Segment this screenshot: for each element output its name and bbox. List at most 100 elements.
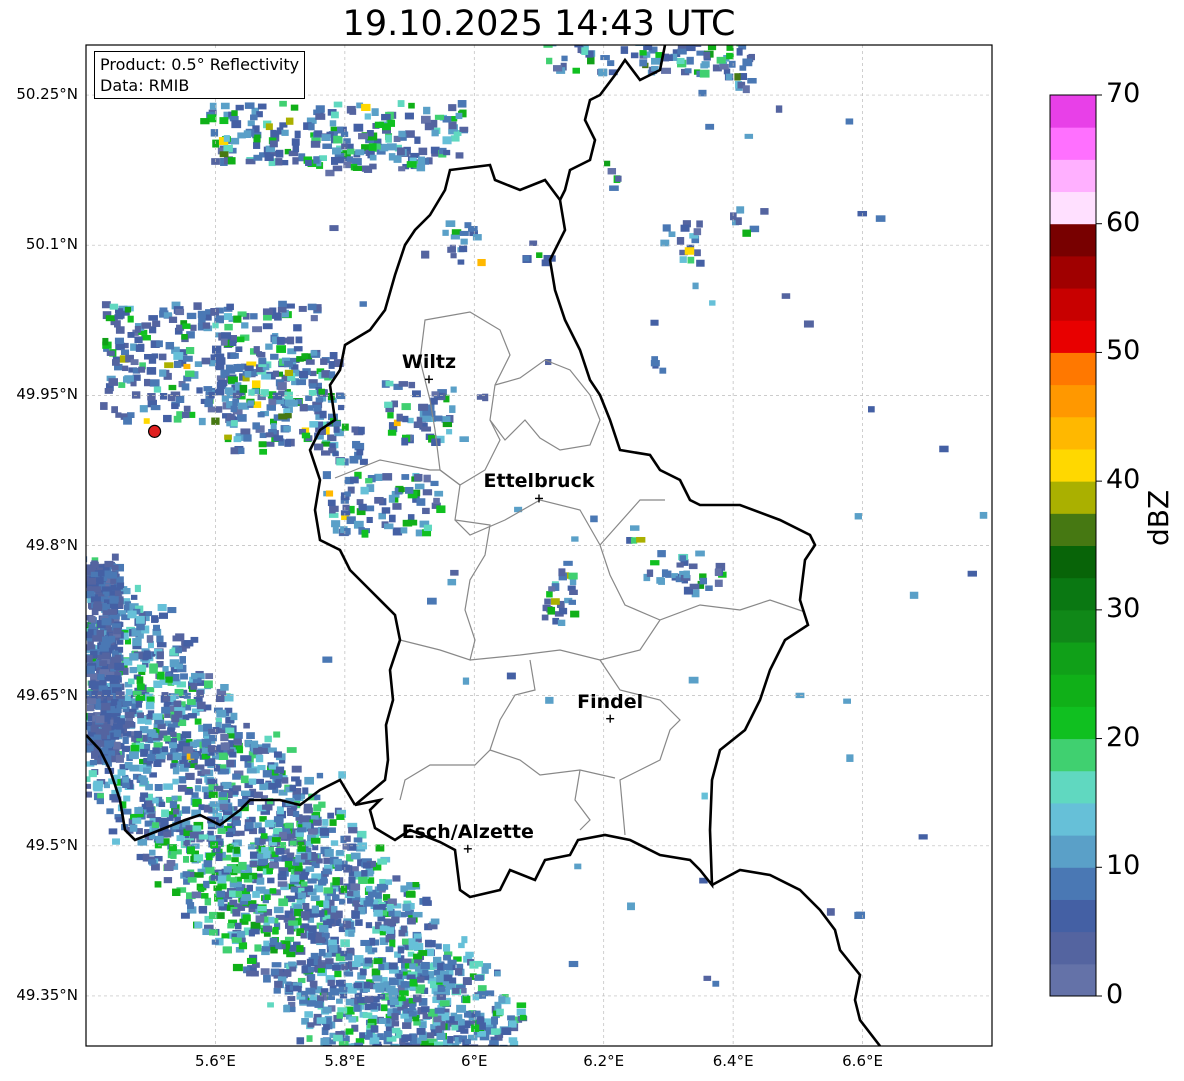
echo-cell	[979, 511, 988, 519]
echo-cell	[158, 612, 168, 619]
echo-cell	[327, 812, 335, 819]
echo-cell	[216, 709, 227, 718]
echo-cell	[454, 968, 463, 976]
echo-cell	[398, 381, 409, 387]
echo-cell	[262, 770, 273, 778]
echo-cell	[369, 163, 377, 170]
echo-cell	[115, 326, 125, 334]
echo-cell	[183, 746, 193, 754]
echo-cell	[111, 406, 118, 414]
echo-cell	[355, 149, 365, 156]
echo-cell	[183, 363, 191, 370]
echo-cell	[422, 507, 430, 515]
echo-cell	[148, 315, 158, 321]
echo-cell	[283, 1004, 290, 1013]
echo-cell	[392, 875, 401, 882]
echo-cell	[99, 660, 108, 667]
echo-cell	[392, 503, 402, 510]
city-label: Findel	[577, 690, 644, 713]
echo-cell	[482, 393, 489, 402]
echo-cell	[86, 745, 94, 752]
echo-cell	[73, 782, 79, 789]
echo-cell	[224, 323, 233, 331]
echo-cell	[231, 857, 239, 863]
colorbar-segment	[1050, 127, 1096, 160]
echo-cell	[64, 649, 70, 655]
echo-cell	[155, 835, 164, 844]
echo-cell	[114, 654, 122, 663]
echo-cell	[170, 851, 177, 859]
echo-cell	[854, 911, 863, 919]
echo-cell	[210, 874, 218, 881]
echo-cell	[319, 410, 327, 419]
echo-cell	[235, 346, 243, 353]
echo-cell	[163, 414, 172, 423]
echo-cell	[369, 937, 376, 946]
echo-cell	[230, 712, 238, 721]
echo-cell	[656, 577, 664, 584]
echo-cell	[90, 673, 98, 680]
echo-cell	[275, 158, 283, 166]
echo-cell	[445, 220, 456, 227]
echo-cell	[71, 676, 78, 682]
echo-cell	[749, 225, 760, 233]
echo-cell	[316, 1017, 327, 1024]
echo-cell	[259, 448, 268, 455]
echo-cell	[269, 862, 279, 869]
echo-cell	[161, 746, 169, 753]
echo-cell	[449, 405, 456, 413]
echo-cell	[331, 520, 341, 528]
echo-cell	[264, 153, 274, 162]
echo-cell	[233, 846, 240, 854]
echo-cell	[385, 946, 394, 953]
echo-cell	[397, 100, 405, 107]
echo-cell	[93, 734, 102, 740]
echo-cell	[327, 499, 336, 507]
echo-cell	[89, 759, 98, 766]
echo-cell	[374, 892, 382, 899]
echo-cell	[431, 391, 439, 397]
echo-cell	[650, 319, 659, 326]
echo-cell	[106, 350, 115, 356]
echo-cell	[275, 149, 284, 158]
echo-cell	[182, 355, 193, 362]
echo-cell	[550, 598, 560, 605]
echo-cell	[87, 698, 97, 705]
echo-cell	[301, 853, 308, 860]
echo-cell	[169, 800, 178, 809]
echo-cell	[269, 140, 278, 148]
echo-cell	[236, 746, 244, 754]
echo-cell	[156, 635, 164, 643]
echo-cell	[93, 780, 104, 788]
echo-cell	[281, 777, 289, 784]
echo-cell	[553, 65, 563, 72]
echo-cell	[86, 665, 95, 674]
echo-cell	[781, 293, 791, 299]
echo-cell	[196, 387, 203, 394]
echo-cell	[402, 519, 413, 527]
echo-cell	[311, 905, 319, 914]
echo-cell	[259, 432, 267, 439]
echo-cell	[462, 995, 471, 1004]
echo-cell	[235, 830, 245, 836]
echo-cell	[161, 809, 169, 818]
lon-tick-label: 5.8°E	[324, 1052, 366, 1070]
echo-cell	[413, 933, 422, 939]
echo-cell	[291, 887, 299, 893]
echo-cell	[301, 881, 308, 887]
echo-cell	[232, 773, 241, 780]
echo-cell	[154, 784, 163, 791]
echo-cell	[402, 903, 411, 912]
echo-cell	[145, 783, 153, 791]
echo-cell	[163, 783, 173, 790]
lon-tick-label: 6.6°E	[842, 1052, 883, 1070]
echo-cell	[208, 835, 216, 841]
echo-cell	[102, 689, 112, 698]
echo-cell	[286, 951, 296, 958]
echo-cell	[293, 324, 302, 332]
echo-cell	[207, 406, 216, 413]
echo-cell	[734, 73, 741, 81]
echo-cell	[240, 775, 249, 784]
echo-cell	[443, 963, 453, 971]
echo-cell	[113, 716, 121, 723]
